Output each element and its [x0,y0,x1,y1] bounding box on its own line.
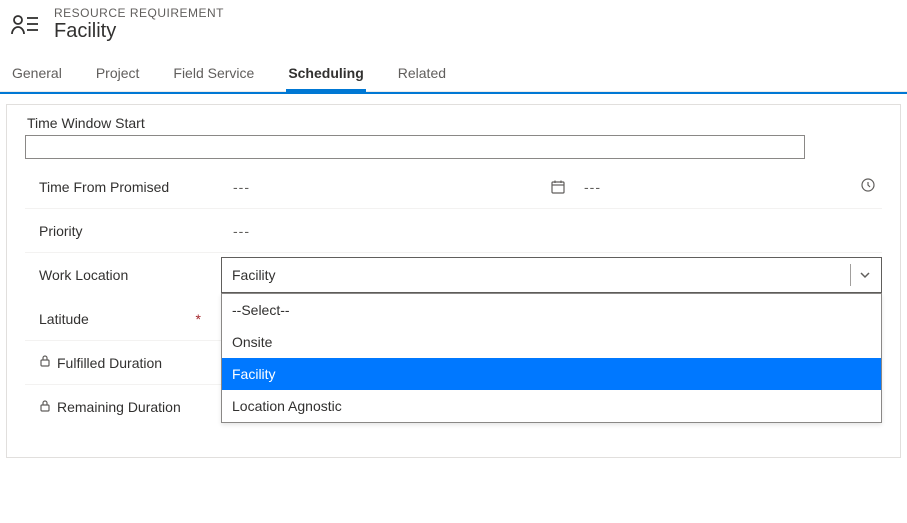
priority-label: Priority [39,223,83,239]
tab-underline-bar [0,92,907,94]
work-location-select[interactable]: Facility [221,257,882,293]
time-from-promised-value2[interactable]: --- [576,179,601,195]
work-location-value: Facility [232,267,276,283]
priority-value[interactable]: --- [215,223,250,239]
tab-field-service[interactable]: Field Service [171,59,256,91]
header-subtitle: RESOURCE REQUIREMENT [54,6,224,20]
header-title: Facility [54,20,224,43]
time-window-start-input[interactable] [25,135,805,159]
required-indicator: * [196,311,201,327]
resource-icon [10,12,40,38]
work-location-option-onsite[interactable]: Onsite [222,326,881,358]
field-work-location: Work Location Facility --Select-- Onsite… [25,253,882,297]
field-priority: Priority --- [25,209,882,253]
tab-project[interactable]: Project [94,59,142,91]
time-window-start-label: Time Window Start [25,115,882,131]
work-location-label: Work Location [39,267,128,283]
time-from-promised-label: Time From Promised [39,179,169,195]
work-location-dropdown: --Select-- Onsite Facility Location Agno… [221,293,882,423]
latitude-label: Latitude [39,311,89,327]
field-time-window-start: Time Window Start [25,115,882,159]
work-location-option-select[interactable]: --Select-- [222,294,881,326]
field-time-from-promised: Time From Promised --- --- [25,165,882,209]
lock-icon [39,354,51,371]
work-location-option-facility[interactable]: Facility [222,358,881,390]
work-location-option-agnostic[interactable]: Location Agnostic [222,390,881,422]
tab-related[interactable]: Related [396,59,448,91]
clock-icon[interactable] [860,177,876,196]
remaining-duration-label: Remaining Duration [57,399,181,415]
page-header: RESOURCE REQUIREMENT Facility [0,0,907,53]
form-panel: Time Window Start Time From Promised ---… [6,104,901,458]
lock-icon [39,399,51,416]
tab-general[interactable]: General [10,59,64,91]
calendar-icon[interactable] [550,179,566,195]
tab-bar: General Project Field Service Scheduling… [0,53,907,92]
time-from-promised-value1[interactable]: --- [215,179,250,195]
chevron-down-icon [850,264,871,286]
tab-scheduling[interactable]: Scheduling [286,59,365,91]
fulfilled-duration-label: Fulfilled Duration [57,355,162,371]
